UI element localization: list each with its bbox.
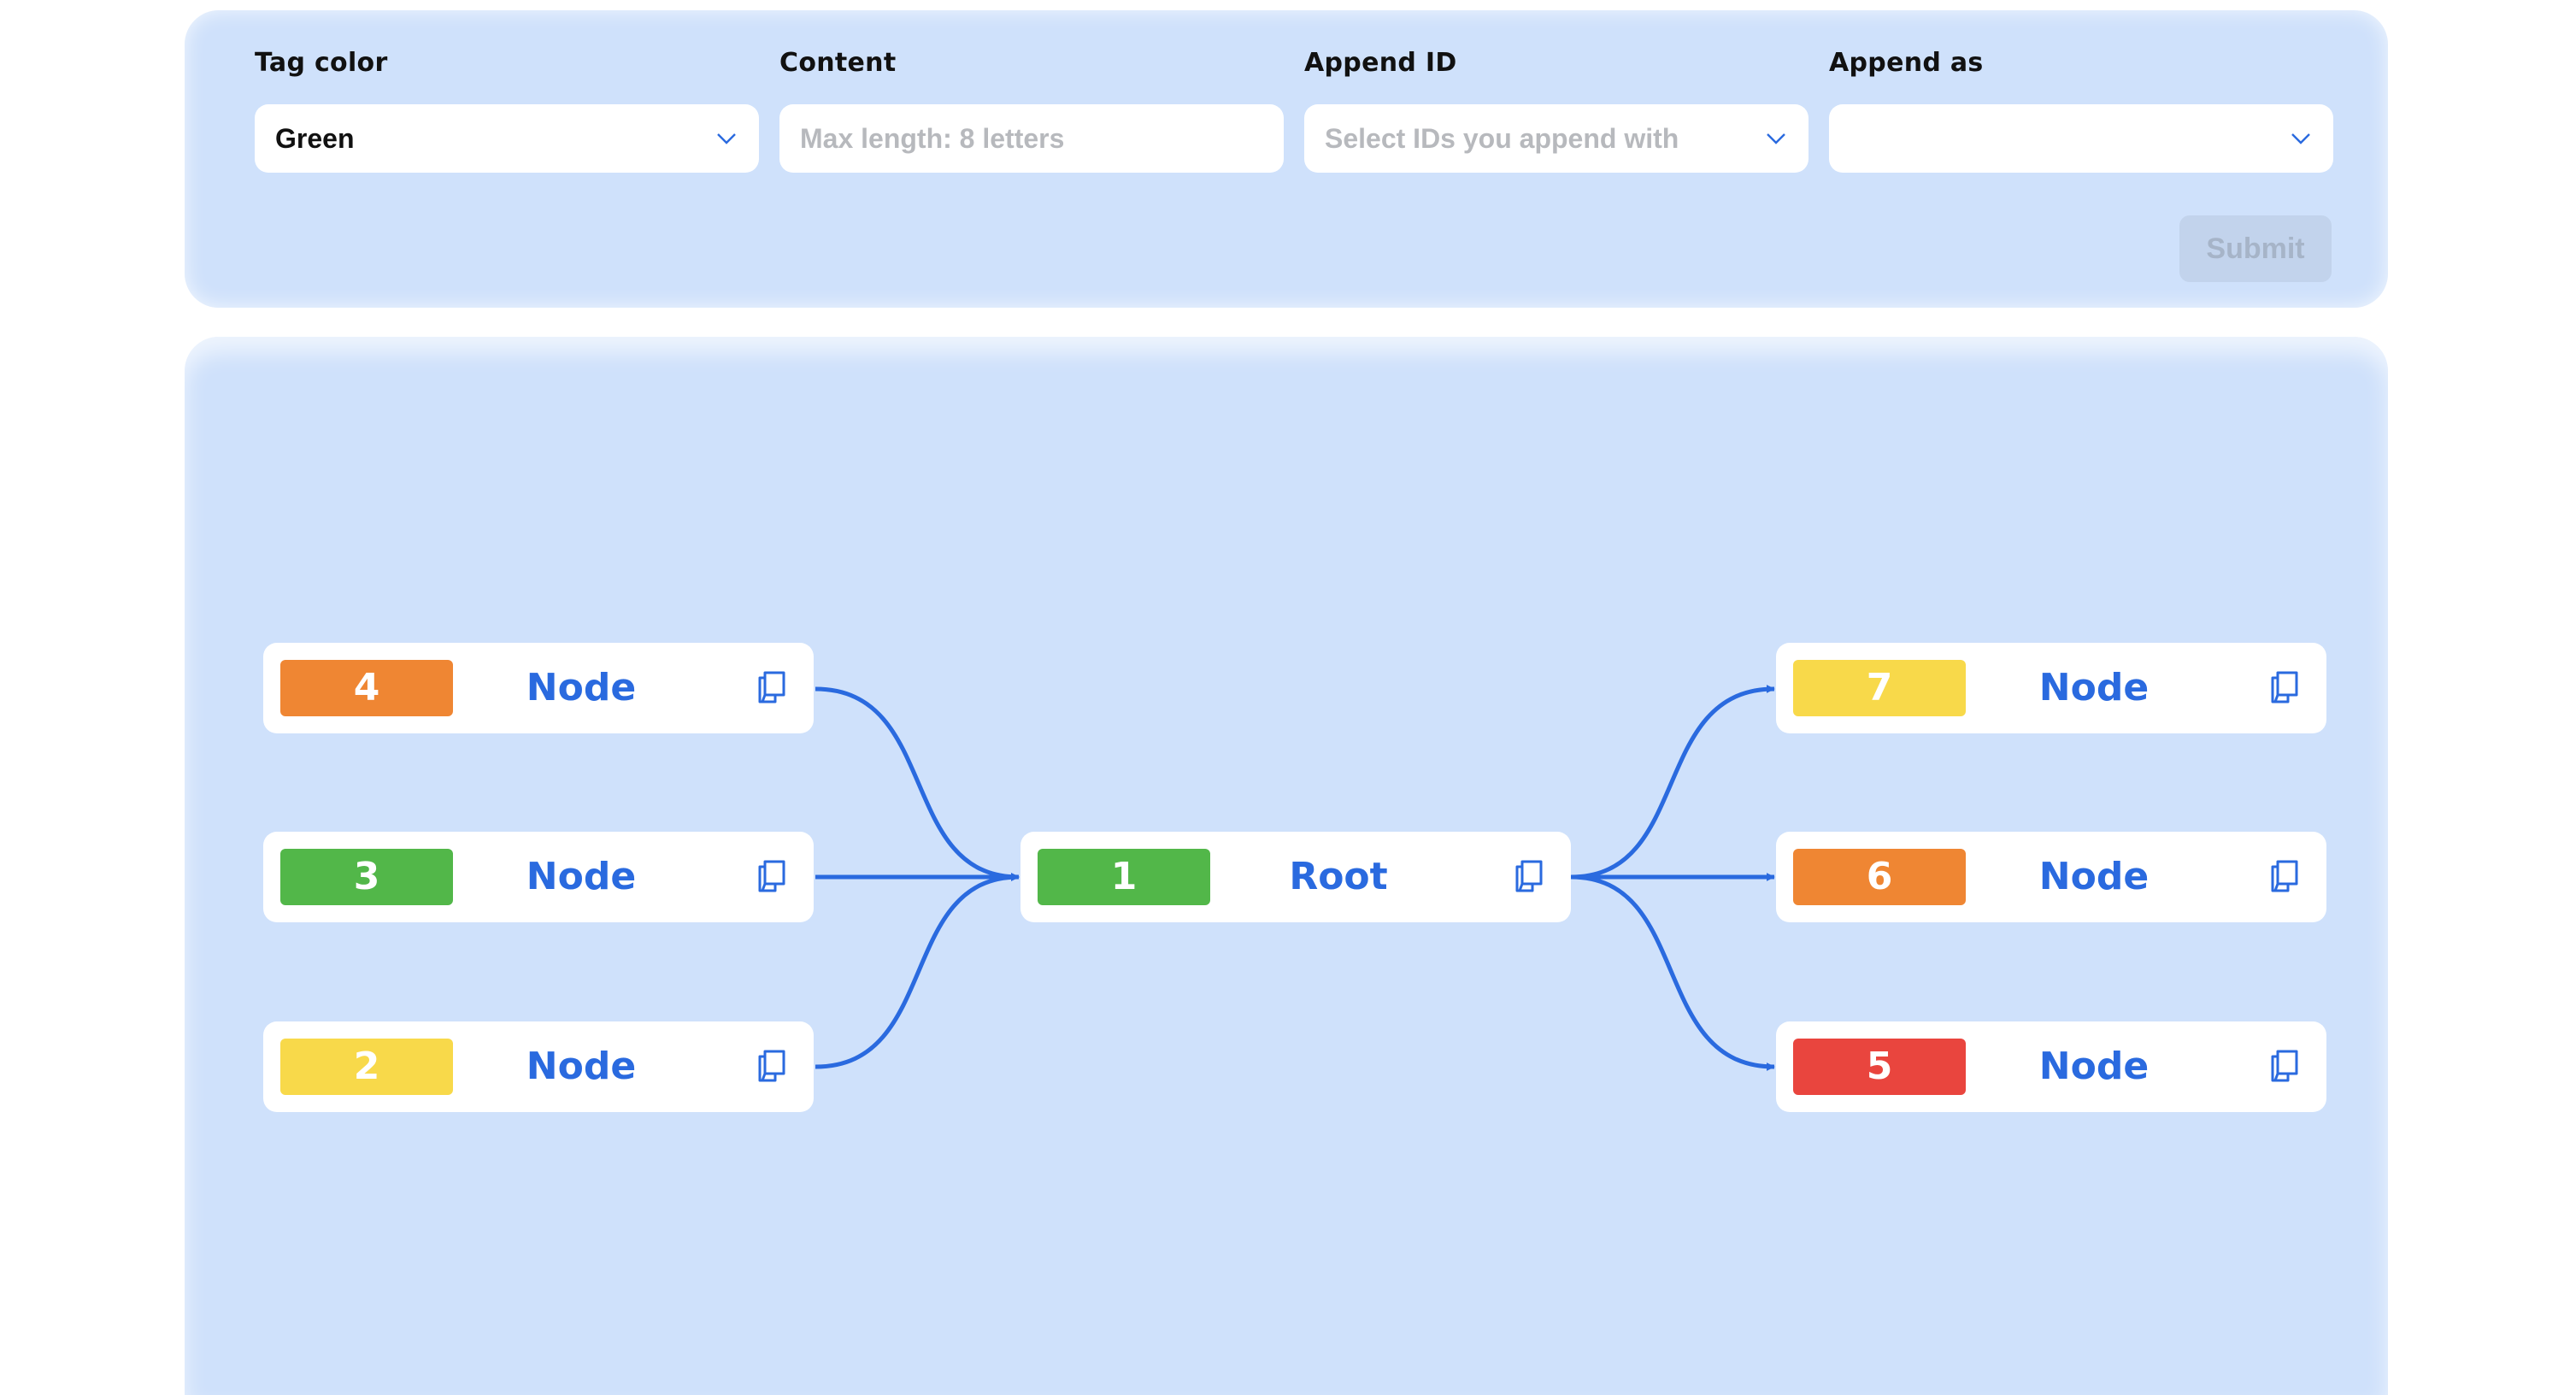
node-label: Node [2038, 855, 2150, 898]
node-id-tag: 5 [1793, 1039, 1966, 1095]
node-id-tag: 4 [280, 660, 453, 716]
graph-node[interactable]: 2 Node [263, 1021, 814, 1112]
node-label: Node [526, 855, 637, 898]
append-id-placeholder: Select IDs you append with [1325, 123, 1679, 154]
chevron-down-icon [2291, 133, 2310, 144]
graph-node[interactable]: 3 Node [263, 832, 814, 922]
submit-button[interactable]: Submit [2179, 215, 2332, 282]
content-label: Content [779, 48, 897, 78]
node-id-tag: 7 [1793, 660, 1966, 716]
copy-icon[interactable] [2263, 667, 2306, 709]
copy-icon[interactable] [750, 856, 793, 898]
tag-color-select[interactable]: Green [255, 104, 759, 173]
node-label: Node [526, 666, 637, 709]
graph-node[interactable]: 4 Node [263, 643, 814, 733]
append-id-select[interactable]: Select IDs you append with [1304, 104, 1808, 173]
chevron-down-icon [1767, 133, 1785, 144]
graph-node[interactable]: 7 Node [1776, 643, 2326, 733]
tag-color-label: Tag color [255, 48, 388, 78]
node-id-tag: 1 [1038, 849, 1210, 905]
node-id-tag: 3 [280, 849, 453, 905]
content-input[interactable]: Max length: 8 letters [779, 104, 1284, 173]
root-node[interactable]: 1 Root [1020, 832, 1571, 922]
append-as-select[interactable] [1829, 104, 2333, 173]
node-id-tag: 2 [280, 1039, 453, 1095]
chevron-down-icon [717, 133, 736, 144]
node-label: Node [2038, 1045, 2150, 1088]
node-label: Node [526, 1045, 637, 1088]
copy-icon[interactable] [2263, 1045, 2306, 1088]
graph-node[interactable]: 5 Node [1776, 1021, 2326, 1112]
copy-icon[interactable] [2263, 856, 2306, 898]
node-id-tag: 6 [1793, 849, 1966, 905]
content-placeholder: Max length: 8 letters [800, 123, 1065, 154]
node-label: Root [1289, 855, 1388, 898]
node-form-panel: Tag color Green Content Max length: 8 le… [185, 10, 2388, 308]
copy-icon[interactable] [750, 667, 793, 709]
copy-icon[interactable] [750, 1045, 793, 1088]
copy-icon[interactable] [1508, 856, 1550, 898]
tag-color-value: Green [275, 123, 355, 154]
append-id-label: Append ID [1304, 48, 1457, 78]
node-label: Node [2038, 666, 2150, 709]
graph-node[interactable]: 6 Node [1776, 832, 2326, 922]
append-as-label: Append as [1829, 48, 1984, 78]
